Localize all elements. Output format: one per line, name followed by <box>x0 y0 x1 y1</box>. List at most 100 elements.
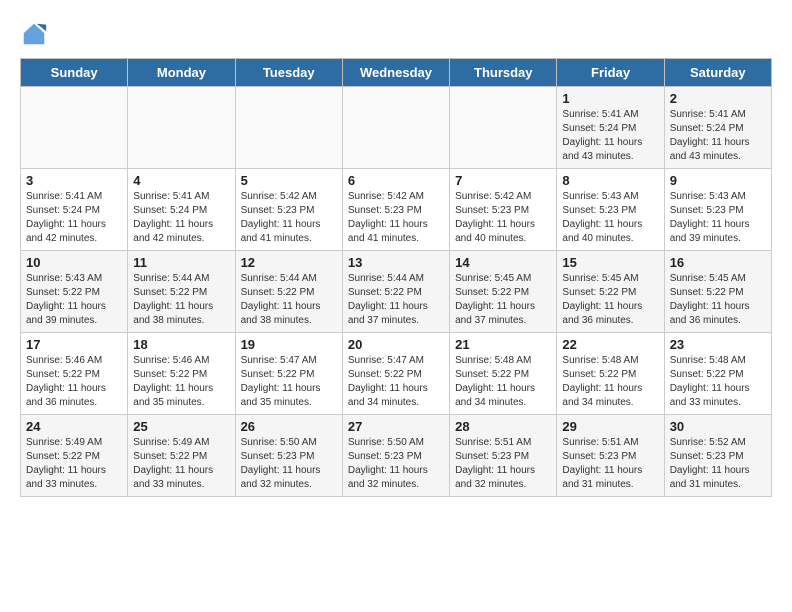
calendar-cell: 11Sunrise: 5:44 AM Sunset: 5:22 PM Dayli… <box>128 251 235 333</box>
calendar-header-row: SundayMondayTuesdayWednesdayThursdayFrid… <box>21 59 772 87</box>
day-number: 3 <box>26 173 122 188</box>
day-info: Sunrise: 5:43 AM Sunset: 5:23 PM Dayligh… <box>670 190 766 246</box>
day-info: Sunrise: 5:49 AM Sunset: 5:22 PM Dayligh… <box>133 436 229 492</box>
day-number: 18 <box>133 337 229 352</box>
calendar-cell: 29 Sunrise: 5:51 AM Sunset: 5:23 PM Dayli… <box>557 415 664 497</box>
day-info: Sunrise: 5:48 AM Sunset: 5:22 PM Dayligh… <box>455 354 551 410</box>
calendar-cell: 21 Sunrise: 5:48 AM Sunset: 5:22 PM Dayli… <box>450 333 557 415</box>
calendar-cell: 20Sunrise: 5:47 AM Sunset: 5:22 PM Dayli… <box>342 333 449 415</box>
day-info: Sunrise: 5:42 AM Sunset: 5:23 PM Dayligh… <box>348 190 444 246</box>
day-info: Sunrise: 5:45 AM Sunset: 5:22 PM Dayligh… <box>562 272 658 328</box>
day-info: Sunrise: 5:45 AM Sunset: 5:22 PM Dayligh… <box>670 272 766 328</box>
day-header-saturday: Saturday <box>664 59 771 87</box>
day-number: 9 <box>670 173 766 188</box>
calendar-cell: 14 Sunrise: 5:45 AM Sunset: 5:22 PM Dayli… <box>450 251 557 333</box>
day-info: Sunrise: 5:43 AM Sunset: 5:23 PM Dayligh… <box>562 190 658 246</box>
day-number: 11 <box>133 255 229 270</box>
logo <box>20 20 52 48</box>
page-header <box>20 20 772 48</box>
calendar-week-row: 17 Sunrise: 5:46 AM Sunset: 5:22 PM Dayli… <box>21 333 772 415</box>
calendar-cell: 4 Sunrise: 5:41 AM Sunset: 5:24 PM Daylig… <box>128 169 235 251</box>
day-number: 27 <box>348 419 444 434</box>
day-info: Sunrise: 5:47 AM Sunset: 5:22 PM Dayligh… <box>241 354 337 410</box>
calendar-cell <box>342 87 449 169</box>
calendar-cell: 16Sunrise: 5:45 AM Sunset: 5:22 PM Dayli… <box>664 251 771 333</box>
day-header-sunday: Sunday <box>21 59 128 87</box>
day-number: 12 <box>241 255 337 270</box>
day-number: 7 <box>455 173 551 188</box>
calendar-week-row: 1 Sunrise: 5:41 AM Sunset: 5:24 PM Daylig… <box>21 87 772 169</box>
calendar-cell <box>21 87 128 169</box>
day-info: Sunrise: 5:44 AM Sunset: 5:22 PM Dayligh… <box>241 272 337 328</box>
day-info: Sunrise: 5:48 AM Sunset: 5:22 PM Dayligh… <box>562 354 658 410</box>
calendar-cell: 26 Sunrise: 5:50 AM Sunset: 5:23 PM Dayli… <box>235 415 342 497</box>
day-number: 6 <box>348 173 444 188</box>
calendar-cell: 10Sunrise: 5:43 AM Sunset: 5:22 PM Dayli… <box>21 251 128 333</box>
day-info: Sunrise: 5:41 AM Sunset: 5:24 PM Dayligh… <box>670 108 766 164</box>
calendar-cell: 25 Sunrise: 5:49 AM Sunset: 5:22 PM Dayli… <box>128 415 235 497</box>
day-info: Sunrise: 5:41 AM Sunset: 5:24 PM Dayligh… <box>26 190 122 246</box>
day-info: Sunrise: 5:50 AM Sunset: 5:23 PM Dayligh… <box>241 436 337 492</box>
day-info: Sunrise: 5:51 AM Sunset: 5:23 PM Dayligh… <box>455 436 551 492</box>
calendar-week-row: 3 Sunrise: 5:41 AM Sunset: 5:24 PM Daylig… <box>21 169 772 251</box>
day-number: 23 <box>670 337 766 352</box>
calendar-cell: 3 Sunrise: 5:41 AM Sunset: 5:24 PM Daylig… <box>21 169 128 251</box>
day-header-monday: Monday <box>128 59 235 87</box>
day-number: 10 <box>26 255 122 270</box>
calendar-cell: 9 Sunrise: 5:43 AM Sunset: 5:23 PM Daylig… <box>664 169 771 251</box>
calendar-cell: 1 Sunrise: 5:41 AM Sunset: 5:24 PM Daylig… <box>557 87 664 169</box>
calendar-cell: 2 Sunrise: 5:41 AM Sunset: 5:24 PM Daylig… <box>664 87 771 169</box>
day-info: Sunrise: 5:42 AM Sunset: 5:23 PM Dayligh… <box>241 190 337 246</box>
day-info: Sunrise: 5:49 AM Sunset: 5:22 PM Dayligh… <box>26 436 122 492</box>
calendar-cell: 13 Sunrise: 5:44 AM Sunset: 5:22 PM Dayli… <box>342 251 449 333</box>
day-info: Sunrise: 5:47 AM Sunset: 5:22 PM Dayligh… <box>348 354 444 410</box>
day-info: Sunrise: 5:50 AM Sunset: 5:23 PM Dayligh… <box>348 436 444 492</box>
day-info: Sunrise: 5:42 AM Sunset: 5:23 PM Dayligh… <box>455 190 551 246</box>
calendar-cell: 15 Sunrise: 5:45 AM Sunset: 5:22 PM Dayli… <box>557 251 664 333</box>
calendar-cell: 22 Sunrise: 5:48 AM Sunset: 5:22 PM Dayli… <box>557 333 664 415</box>
day-number: 22 <box>562 337 658 352</box>
day-info: Sunrise: 5:41 AM Sunset: 5:24 PM Dayligh… <box>562 108 658 164</box>
day-header-tuesday: Tuesday <box>235 59 342 87</box>
day-number: 2 <box>670 91 766 106</box>
day-header-friday: Friday <box>557 59 664 87</box>
day-number: 29 <box>562 419 658 434</box>
calendar-cell: 28Sunrise: 5:51 AM Sunset: 5:23 PM Dayli… <box>450 415 557 497</box>
day-number: 25 <box>133 419 229 434</box>
day-number: 14 <box>455 255 551 270</box>
day-number: 17 <box>26 337 122 352</box>
calendar-week-row: 24 Sunrise: 5:49 AM Sunset: 5:22 PM Dayli… <box>21 415 772 497</box>
day-number: 1 <box>562 91 658 106</box>
day-info: Sunrise: 5:41 AM Sunset: 5:24 PM Dayligh… <box>133 190 229 246</box>
logo-icon <box>20 20 48 48</box>
day-number: 15 <box>562 255 658 270</box>
calendar-cell: 17 Sunrise: 5:46 AM Sunset: 5:22 PM Dayli… <box>21 333 128 415</box>
calendar-cell: 7 Sunrise: 5:42 AM Sunset: 5:23 PM Daylig… <box>450 169 557 251</box>
day-info: Sunrise: 5:45 AM Sunset: 5:22 PM Dayligh… <box>455 272 551 328</box>
day-number: 4 <box>133 173 229 188</box>
day-info: Sunrise: 5:51 AM Sunset: 5:23 PM Dayligh… <box>562 436 658 492</box>
calendar-cell <box>450 87 557 169</box>
day-number: 13 <box>348 255 444 270</box>
calendar-cell <box>235 87 342 169</box>
day-number: 19 <box>241 337 337 352</box>
calendar-cell: 30 Sunrise: 5:52 AM Sunset: 5:23 PM Dayli… <box>664 415 771 497</box>
calendar-cell <box>128 87 235 169</box>
calendar-cell: 27 Sunrise: 5:50 AM Sunset: 5:23 PM Dayli… <box>342 415 449 497</box>
day-number: 8 <box>562 173 658 188</box>
day-info: Sunrise: 5:46 AM Sunset: 5:22 PM Dayligh… <box>133 354 229 410</box>
day-number: 30 <box>670 419 766 434</box>
day-number: 5 <box>241 173 337 188</box>
calendar-week-row: 10Sunrise: 5:43 AM Sunset: 5:22 PM Dayli… <box>21 251 772 333</box>
day-number: 21 <box>455 337 551 352</box>
day-info: Sunrise: 5:52 AM Sunset: 5:23 PM Dayligh… <box>670 436 766 492</box>
day-info: Sunrise: 5:46 AM Sunset: 5:22 PM Dayligh… <box>26 354 122 410</box>
day-info: Sunrise: 5:44 AM Sunset: 5:22 PM Dayligh… <box>348 272 444 328</box>
day-info: Sunrise: 5:48 AM Sunset: 5:22 PM Dayligh… <box>670 354 766 410</box>
calendar-cell: 19 Sunrise: 5:47 AM Sunset: 5:22 PM Dayli… <box>235 333 342 415</box>
day-number: 24 <box>26 419 122 434</box>
calendar-cell: 23 Sunrise: 5:48 AM Sunset: 5:22 PM Dayli… <box>664 333 771 415</box>
day-header-thursday: Thursday <box>450 59 557 87</box>
calendar-cell: 12 Sunrise: 5:44 AM Sunset: 5:22 PM Dayli… <box>235 251 342 333</box>
day-number: 26 <box>241 419 337 434</box>
